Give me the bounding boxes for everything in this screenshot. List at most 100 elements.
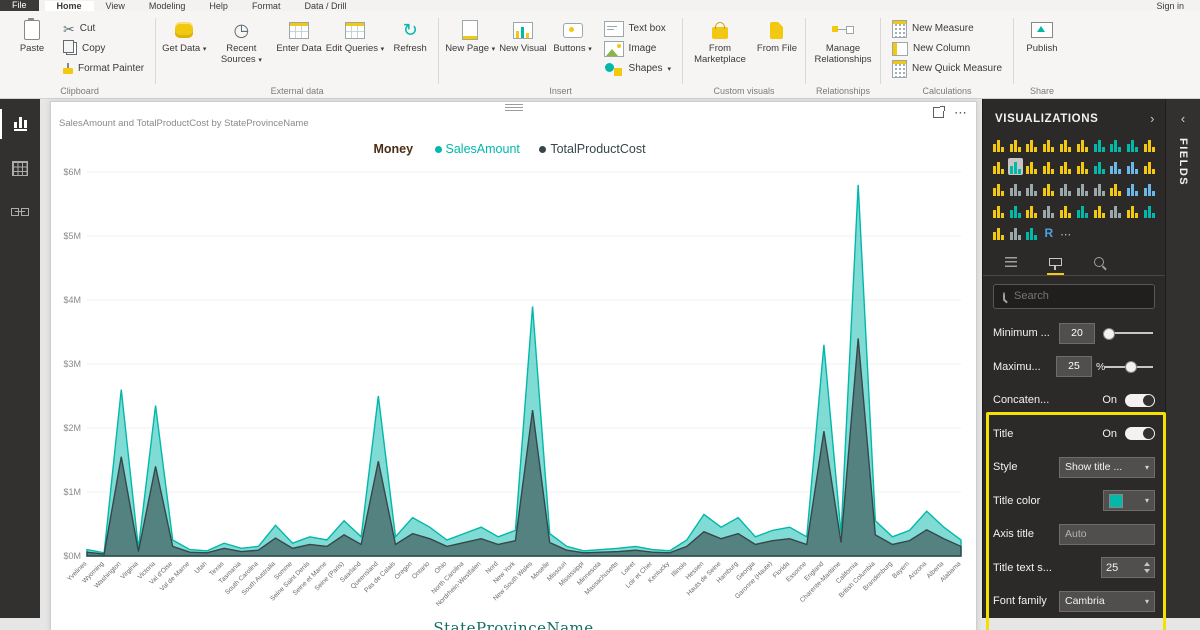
viz-type-custom-visual-3[interactable] xyxy=(1025,202,1040,219)
image-button[interactable]: Image xyxy=(599,39,676,58)
minimum-slider[interactable] xyxy=(1103,327,1153,340)
viz-type-arcgis-map[interactable] xyxy=(1142,180,1157,197)
from-file-button[interactable]: From File xyxy=(755,16,799,84)
viz-type-custom-visual-9[interactable] xyxy=(1125,202,1140,219)
shapes-button[interactable]: Shapes ▾ xyxy=(599,59,676,78)
viz-type-stacked-bar[interactable] xyxy=(991,136,1006,153)
concatenate-toggle[interactable] xyxy=(1125,393,1155,407)
copy-button[interactable]: Copy xyxy=(58,39,149,58)
viz-type-custom-visual-12[interactable] xyxy=(1008,224,1023,241)
visual-more-options-icon[interactable]: ⋯ xyxy=(954,106,968,119)
report-view-button[interactable] xyxy=(0,109,40,139)
viz-type-funnel[interactable] xyxy=(1142,158,1157,175)
viz-type-clustered-bar[interactable] xyxy=(1025,136,1040,153)
viz-type-custom-visual-8[interactable] xyxy=(1109,202,1124,219)
maximum-value-input[interactable]: 25 xyxy=(1055,356,1092,378)
viz-type-100-stacked-bar[interactable] xyxy=(1058,136,1073,153)
tab-help[interactable]: Help xyxy=(197,1,240,11)
viz-type-treemap[interactable] xyxy=(1092,158,1107,175)
new-quick-measure-button[interactable]: New Quick Measure xyxy=(887,59,1007,78)
viz-type-card[interactable] xyxy=(1008,180,1023,197)
viz-type-kpi[interactable] xyxy=(1041,180,1056,197)
legend-item-totalproductcost[interactable]: TotalProductCost xyxy=(539,142,646,156)
tab-data-drill[interactable]: Data / Drill xyxy=(292,1,358,11)
cut-button[interactable]: ✂ Cut xyxy=(58,19,149,38)
axis-title-input[interactable]: Auto xyxy=(1059,523,1155,545)
viz-type-r-script[interactable]: R xyxy=(1041,224,1056,241)
tab-fields-pane[interactable] xyxy=(1003,249,1019,275)
viz-type-custom-visual-13[interactable] xyxy=(1025,224,1040,241)
focus-mode-icon[interactable] xyxy=(933,106,945,118)
viz-type-custom-visual-6[interactable] xyxy=(1075,202,1090,219)
viz-type-custom-visual-2[interactable] xyxy=(1008,202,1023,219)
expand-fields-icon[interactable]: ‹ xyxy=(1181,111,1185,126)
viz-type-filled-map[interactable] xyxy=(1125,158,1140,175)
tab-format[interactable]: Format xyxy=(240,1,293,11)
data-view-button[interactable] xyxy=(0,153,40,183)
viz-type-map[interactable] xyxy=(1109,158,1124,175)
title-text-size-stepper[interactable]: 25 xyxy=(1101,557,1155,579)
stepper-arrows-icon[interactable] xyxy=(1144,562,1150,574)
viz-type-table[interactable] xyxy=(1075,180,1090,197)
viz-type-ribbon-chart[interactable] xyxy=(1007,158,1023,175)
viz-type-key-influencers[interactable] xyxy=(1109,180,1124,197)
edit-queries-button[interactable]: Edit Queries ▾ xyxy=(326,16,384,84)
viz-type-clustered-column[interactable] xyxy=(1041,136,1056,153)
format-painter-button[interactable]: Format Painter xyxy=(58,59,149,78)
new-visual-button[interactable]: New Visual xyxy=(499,16,547,84)
viz-type-stacked-column[interactable] xyxy=(1008,136,1023,153)
viz-type-custom-visual-1[interactable] xyxy=(991,202,1006,219)
viz-type-multi-row-card[interactable] xyxy=(1025,180,1040,197)
model-view-button[interactable] xyxy=(0,197,40,227)
legend-item-salesamount[interactable]: SalesAmount xyxy=(434,142,520,156)
minimum-value-input[interactable]: 20 xyxy=(1059,322,1095,344)
new-measure-button[interactable]: New Measure xyxy=(887,19,1007,38)
title-toggle[interactable] xyxy=(1125,427,1155,441)
style-dropdown[interactable]: Show title ... ▾ xyxy=(1059,456,1155,478)
viz-type-pie[interactable] xyxy=(1058,158,1073,175)
viz-type-line[interactable] xyxy=(1092,136,1107,153)
buttons-button[interactable]: Buttons ▾ xyxy=(551,16,595,84)
get-data-button[interactable]: Get Data ▾ xyxy=(162,16,206,84)
viz-type-more-visuals[interactable]: ⋯ xyxy=(1058,224,1073,241)
collapse-panel-icon[interactable]: › xyxy=(1150,111,1155,126)
viz-type-donut[interactable] xyxy=(1075,158,1090,175)
tab-modeling[interactable]: Modeling xyxy=(137,1,198,11)
viz-type-gauge[interactable] xyxy=(991,180,1006,197)
viz-type-stacked-area[interactable] xyxy=(1125,136,1140,153)
area-chart-visual[interactable]: ⋯ SalesAmount and TotalProductCost by St… xyxy=(50,101,977,630)
viz-type-custom-visual-11[interactable] xyxy=(991,224,1006,241)
viz-type-scatter[interactable] xyxy=(1041,158,1056,175)
viz-type-custom-visual-7[interactable] xyxy=(1092,202,1107,219)
tab-file[interactable]: File xyxy=(0,0,39,11)
viz-type-line-clustered-column[interactable] xyxy=(991,158,1006,175)
tab-view[interactable]: View xyxy=(94,1,137,11)
viz-type-line-stacked-column[interactable] xyxy=(1142,136,1157,153)
publish-button[interactable]: Publish xyxy=(1020,16,1064,84)
area-chart[interactable]: $0M$1M$2M$3M$4M$5M$6MYvelinesWyomingWash… xyxy=(53,158,969,620)
from-marketplace-button[interactable]: From Marketplace xyxy=(689,16,751,84)
viz-type-matrix[interactable] xyxy=(1092,180,1107,197)
viz-type-slicer[interactable] xyxy=(1058,180,1073,197)
viz-type-custom-visual-10[interactable] xyxy=(1142,202,1157,219)
sign-in-button[interactable]: Sign in xyxy=(1140,1,1200,11)
search-input[interactable] xyxy=(1012,289,1158,304)
viz-type-shape-map[interactable] xyxy=(1125,180,1140,197)
recent-sources-button[interactable]: ◷ Recent Sources ▾ xyxy=(210,16,272,84)
maximum-slider[interactable] xyxy=(1105,361,1153,374)
title-color-dropdown[interactable]: ▾ xyxy=(1103,490,1155,512)
viz-type-waterfall[interactable] xyxy=(1025,158,1040,175)
new-page-button[interactable]: New Page ▾ xyxy=(445,16,495,84)
viz-type-100-stacked-column[interactable] xyxy=(1075,136,1090,153)
tab-home[interactable]: Home xyxy=(44,1,94,11)
drag-handle[interactable] xyxy=(504,104,523,111)
enter-data-button[interactable]: Enter Data xyxy=(276,16,322,84)
paste-button[interactable]: Paste xyxy=(10,16,54,84)
viz-type-custom-visual-5[interactable] xyxy=(1058,202,1073,219)
viz-type-area[interactable] xyxy=(1109,136,1124,153)
viz-type-custom-visual-4[interactable] xyxy=(1041,202,1056,219)
tab-format-pane[interactable] xyxy=(1047,249,1064,275)
font-family-dropdown[interactable]: Cambria ▾ xyxy=(1059,590,1155,612)
tab-analytics-pane[interactable] xyxy=(1092,249,1106,275)
manage-relationships-button[interactable]: Manage Relationships xyxy=(812,16,874,84)
